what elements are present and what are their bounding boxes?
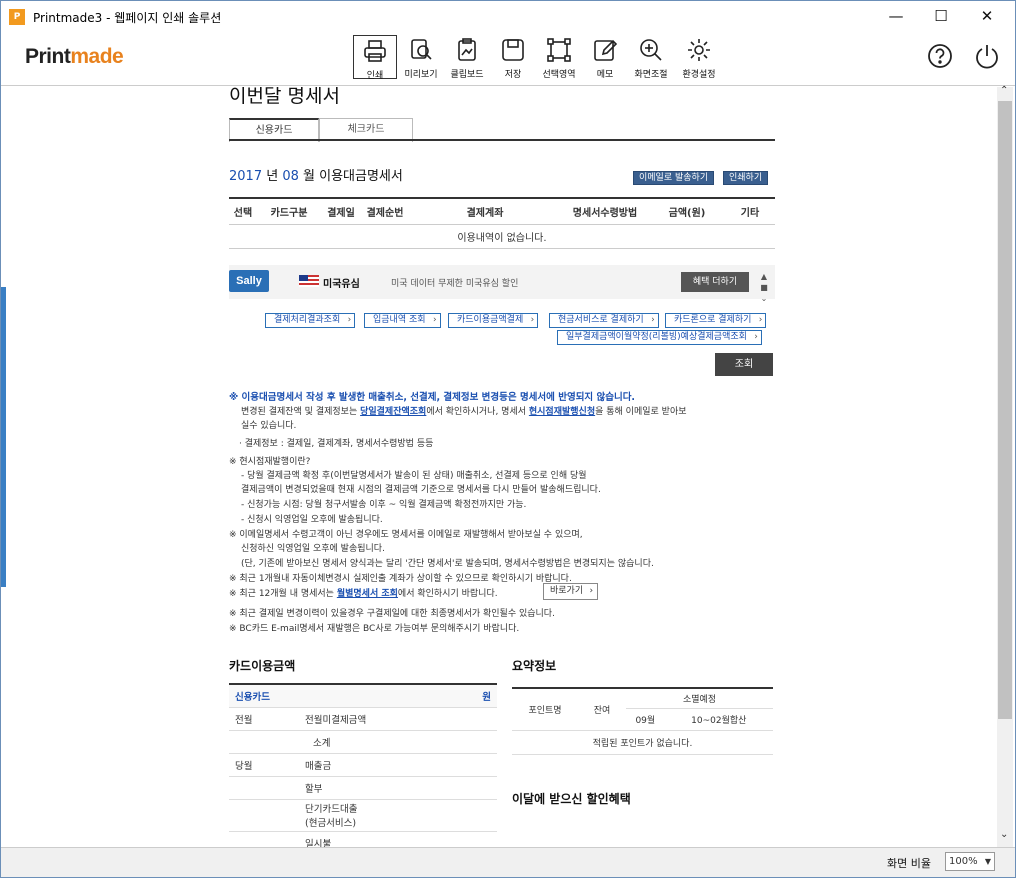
status-bar: 화면 비율 100% ▼ bbox=[1, 847, 1015, 877]
sally-logo: Sally bbox=[229, 270, 269, 292]
toolbar: Printmade 인쇄 미리보기 클립보드 저장 선택영역 메모 화면조절 환… bbox=[1, 33, 1015, 86]
table-empty-message: 이용내역이 없습니다. bbox=[229, 224, 775, 249]
usage-title: 카드이용금액 bbox=[229, 659, 296, 673]
banner-description: 미국 데이터 무제한 미국유심 할인 bbox=[391, 279, 519, 289]
link-today-balance[interactable]: 당일결제잔액조회 bbox=[360, 407, 426, 417]
pencil-icon bbox=[594, 39, 618, 61]
minimize-button[interactable]: — bbox=[873, 1, 919, 33]
statement-table: 선택 카드구분 결제일 결제순번 결제계좌 명세서수령방법 금액(원) 기타 이… bbox=[229, 197, 775, 249]
chevron-down-icon: ▼ bbox=[984, 857, 991, 866]
search-button[interactable]: 조회 bbox=[715, 353, 773, 376]
help-icon[interactable] bbox=[926, 42, 954, 70]
maximize-button[interactable]: ☐ bbox=[918, 1, 964, 33]
link-card-loan-pay[interactable]: 카드론으로 결제하기 bbox=[665, 313, 767, 328]
save-button[interactable]: 저장 bbox=[491, 35, 535, 80]
settings-button[interactable]: 환경설정 bbox=[677, 35, 721, 80]
us-flag-icon bbox=[299, 275, 319, 287]
goto-button[interactable]: 바로가기 bbox=[543, 583, 599, 600]
page-heading: 이번달 명세서 bbox=[229, 87, 340, 107]
usage-table: 신용카드 원 전월 전월미결제금액 소계 당월 매출금 할부 단기카드대출 (현금서비… bbox=[229, 683, 497, 847]
statement-title: 2017 년 08 월 이용대금명세서 bbox=[229, 169, 403, 184]
more-benefits-button[interactable]: 혜택 더하기 bbox=[681, 272, 749, 292]
app-icon: P bbox=[9, 9, 25, 25]
clipboard-button[interactable]: 클립보드 bbox=[445, 35, 489, 80]
link-monthly-statement[interactable]: 월별명세서 조회 bbox=[337, 589, 398, 599]
link-revolving-inquiry[interactable]: 일부결제금액이월약정(리볼빙)예상결제금액조회 bbox=[557, 330, 762, 345]
email-send-button[interactable]: 이메일로 발송하기 bbox=[633, 171, 715, 185]
save-icon bbox=[502, 39, 524, 61]
scroll-thumb[interactable] bbox=[998, 101, 1012, 719]
power-icon[interactable] bbox=[973, 42, 1001, 70]
summary-table: 포인트명 잔여 소멸예정 09월 10~02월합산 적립된 포인트가 없습니다. bbox=[512, 687, 773, 755]
link-cash-service-pay[interactable]: 현금서비스로 결제하기 bbox=[549, 313, 659, 328]
select-area-button[interactable]: 선택영역 bbox=[537, 35, 581, 80]
banner-name: 미국유심 bbox=[323, 279, 360, 290]
logo: Printmade bbox=[25, 45, 124, 68]
banner-nav[interactable]: ▲ ■ ⌄ bbox=[759, 271, 769, 303]
window-title: Printmade3 - 웹페이지 인쇄 솔루션 bbox=[33, 11, 222, 25]
tab-divider bbox=[229, 139, 775, 141]
statement-page: 이번달 명세서 신용카드 체크카드 2017 년 08 월 이용대금명세서 이메… bbox=[229, 87, 775, 847]
print-button[interactable]: 인쇄 bbox=[353, 35, 397, 81]
summary-title: 요약정보 bbox=[512, 659, 557, 673]
close-button[interactable]: ✕ bbox=[964, 1, 1010, 33]
select-area-icon bbox=[547, 38, 571, 62]
link-card-payment[interactable]: 카드이용금액결제 bbox=[448, 313, 539, 328]
web-content: 이번달 명세서 신용카드 체크카드 2017 년 08 월 이용대금명세서 이메… bbox=[1, 87, 997, 847]
link-payment-result[interactable]: 결제처리결과조회 bbox=[265, 313, 356, 328]
zoom-label: 화면 비율 bbox=[887, 857, 931, 870]
preview-button[interactable]: 미리보기 bbox=[399, 35, 443, 80]
memo-button[interactable]: 메모 bbox=[583, 35, 627, 80]
scroll-down-icon[interactable]: ⌄ bbox=[1000, 829, 1008, 840]
zoom-in-icon bbox=[640, 39, 662, 61]
zoom-select[interactable]: 100% ▼ bbox=[945, 852, 995, 871]
preview-icon bbox=[411, 39, 432, 60]
gear-icon bbox=[688, 39, 710, 61]
zoom-button[interactable]: 화면조절 bbox=[629, 35, 673, 80]
vertical-scrollbar[interactable]: ⌃ ⌄ bbox=[997, 85, 1013, 847]
benefit-title: 이달에 받으신 할인혜택 bbox=[512, 792, 631, 806]
left-edge-bar bbox=[1, 287, 6, 587]
scroll-up-icon[interactable]: ⌃ bbox=[1000, 85, 1008, 96]
link-reissue[interactable]: 현시점재발행신청 bbox=[529, 407, 595, 417]
printer-icon bbox=[364, 40, 386, 62]
promo-banner[interactable]: Sally 미국유심 미국 데이터 무제한 미국유심 할인 혜택 더하기 ▲ ■ ⌄ bbox=[229, 265, 775, 303]
link-deposit-history[interactable]: 입금내역 조회 bbox=[364, 313, 441, 328]
clipboard-icon bbox=[458, 38, 476, 61]
print-statement-button[interactable]: 인쇄하기 bbox=[723, 171, 769, 185]
app-window: P Printmade3 - 웹페이지 인쇄 솔루션 — ☐ ✕ Printma… bbox=[0, 0, 1016, 878]
title-bar: P Printmade3 - 웹페이지 인쇄 솔루션 — ☐ ✕ bbox=[1, 1, 1015, 33]
